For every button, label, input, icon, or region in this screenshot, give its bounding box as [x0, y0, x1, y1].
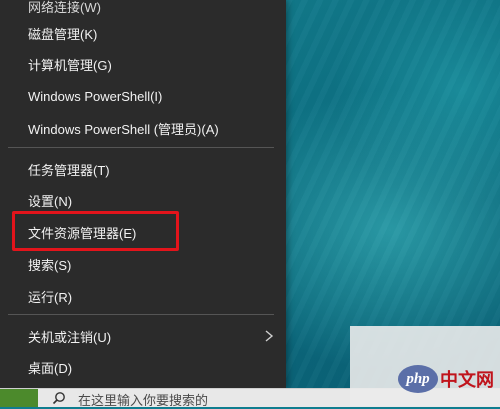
menu-item-computer-management[interactable]: 计算机管理(G) — [0, 48, 286, 80]
taskbar-search-input[interactable]: 在这里输入你要搜索的 — [78, 390, 208, 409]
menu-item-label: Windows PowerShell (管理员)(A) — [28, 121, 219, 137]
menu-item-label: 关机或注销(U) — [28, 329, 112, 345]
menu-item-label: 任务管理器(T) — [28, 162, 110, 178]
menu-item-label: 磁盘管理(K) — [28, 26, 98, 42]
menu-item-label: 设置(N) — [28, 193, 73, 209]
menu-item-run[interactable]: 运行(R) — [0, 280, 286, 312]
menu-item-powershell[interactable]: Windows PowerShell(I) — [0, 80, 286, 112]
watermark: php 中文网 — [350, 326, 500, 406]
menu-item-label: Windows PowerShell(I) — [28, 88, 163, 104]
menu-item-label: 计算机管理(G) — [28, 57, 112, 73]
php-cn-logo: php 中文网 — [398, 362, 494, 396]
menu-item-powershell-admin[interactable]: Windows PowerShell (管理员)(A) — [0, 112, 286, 144]
file-explorer-highlight-box — [12, 211, 179, 251]
winx-context-menu: 网络连接(W) 磁盘管理(K) 计算机管理(G) Windows PowerSh… — [0, 0, 286, 388]
menu-item-search[interactable]: 搜索(S) — [0, 248, 286, 280]
menu-item-label: 网络连接(W) — [28, 0, 101, 15]
search-icon — [52, 392, 65, 405]
start-button[interactable] — [0, 389, 38, 407]
menu-separator — [8, 147, 274, 148]
logo-site-name: 中文网 — [440, 370, 494, 390]
menu-item-label: 运行(R) — [28, 289, 73, 305]
menu-item-shutdown-signout[interactable]: 关机或注销(U) — [0, 320, 286, 352]
menu-item-label: 桌面(D) — [28, 360, 73, 376]
menu-item-desktop[interactable]: 桌面(D) — [0, 351, 286, 383]
menu-item-task-manager[interactable]: 任务管理器(T) — [0, 153, 286, 185]
menu-item-disk-management[interactable]: 磁盘管理(K) — [0, 17, 286, 49]
chevron-right-icon — [265, 330, 274, 342]
menu-item-label: 搜索(S) — [28, 257, 72, 273]
menu-separator — [8, 314, 274, 315]
php-logo-badge: php — [398, 365, 438, 393]
